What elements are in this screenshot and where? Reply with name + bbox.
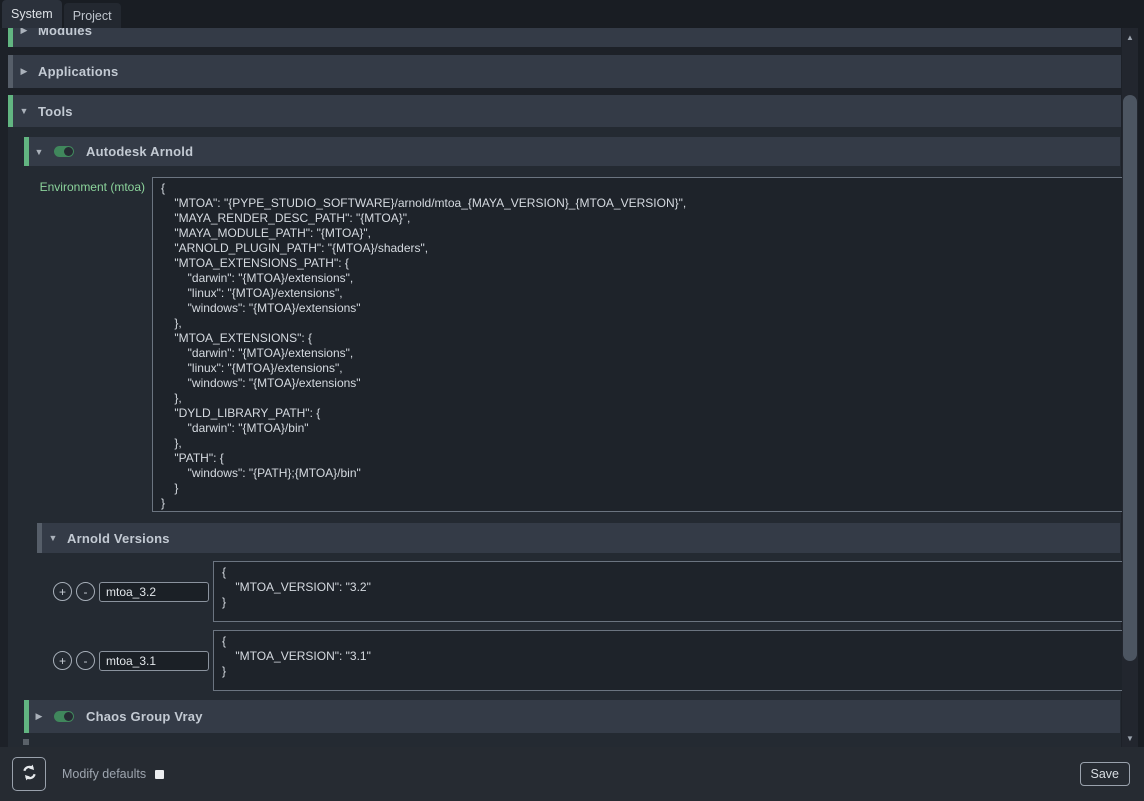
toggle-knob	[64, 147, 73, 156]
remove-version-button[interactable]: -	[76, 582, 95, 601]
settings-tab-bar: System Project	[0, 0, 1144, 28]
tab-project[interactable]: Project	[64, 3, 121, 28]
version-name-input[interactable]	[99, 582, 209, 602]
tab-system[interactable]: System	[2, 0, 62, 28]
section-header-tools[interactable]: ▼ Tools	[8, 95, 1121, 127]
tab-project-label: Project	[73, 9, 112, 23]
settings-scroll-area: ▶ Modules ▶ Applications ▼ Tools ▼ Autod…	[0, 28, 1122, 747]
modify-defaults-checkbox[interactable]	[155, 770, 164, 779]
refresh-icon	[21, 764, 38, 784]
chevron-right-icon: ▶	[33, 711, 45, 722]
chevron-down-icon: ▼	[47, 533, 59, 543]
section-title-modules: Modules	[38, 28, 92, 38]
arnold-versions-section: ▼ Arnold Versions + - { "MTOA_VERSION": …	[37, 523, 1121, 691]
tools-section-body: ▼ Autodesk Arnold Environment (mtoa) { "…	[8, 127, 1121, 747]
chevron-right-icon: ▶	[18, 66, 30, 77]
section-title-autodesk-arnold: Autodesk Arnold	[86, 144, 193, 159]
next-section-partial	[23, 739, 29, 745]
scroll-up-button[interactable]: ▲	[1122, 28, 1138, 46]
version-json-textarea[interactable]: { "MTOA_VERSION": "3.1" }	[213, 630, 1122, 691]
modify-defaults-label: Modify defaults	[62, 767, 146, 781]
scroll-down-button[interactable]: ▼	[1122, 729, 1138, 747]
footer-bar: Modify defaults Save	[0, 747, 1144, 801]
version-json-textarea[interactable]: { "MTOA_VERSION": "3.2" }	[213, 561, 1122, 622]
section-title-chaos-group-vray: Chaos Group Vray	[86, 709, 203, 724]
tab-system-label: System	[11, 7, 53, 21]
chevron-down-icon: ▼	[18, 106, 30, 116]
section-header-modules[interactable]: ▶ Modules	[8, 28, 1121, 47]
version-row: + - { "MTOA_VERSION": "3.2" }	[37, 561, 1121, 622]
toggle-knob	[64, 712, 73, 721]
vray-enabled-toggle[interactable]	[54, 711, 74, 722]
version-name-input[interactable]	[99, 651, 209, 671]
save-button[interactable]: Save	[1080, 762, 1131, 786]
environment-field-row: Environment (mtoa) { "MTOA": "{PYPE_STUD…	[24, 177, 1121, 512]
section-title-applications: Applications	[38, 64, 118, 79]
section-header-autodesk-arnold[interactable]: ▼ Autodesk Arnold	[24, 137, 1120, 166]
remove-version-button[interactable]: -	[76, 651, 95, 670]
refresh-button[interactable]	[12, 757, 46, 791]
environment-json-textarea[interactable]: { "MTOA": "{PYPE_STUDIO_SOFTWARE}/arnold…	[152, 177, 1122, 512]
section-header-applications[interactable]: ▶ Applications	[8, 55, 1121, 88]
add-version-button[interactable]: +	[53, 651, 72, 670]
section-header-arnold-versions[interactable]: ▼ Arnold Versions	[37, 523, 1120, 553]
scrollbar-thumb[interactable]	[1123, 95, 1137, 661]
chevron-down-icon: ▼	[33, 147, 45, 157]
section-title-tools: Tools	[38, 104, 73, 119]
vertical-scrollbar[interactable]: ▲ ▼	[1122, 28, 1138, 747]
chevron-right-icon: ▶	[18, 28, 30, 36]
arnold-enabled-toggle[interactable]	[54, 146, 74, 157]
section-header-chaos-group-vray[interactable]: ▶ Chaos Group Vray	[24, 700, 1120, 733]
add-version-button[interactable]: +	[53, 582, 72, 601]
version-row: + - { "MTOA_VERSION": "3.1" }	[37, 630, 1121, 691]
environment-field-label: Environment (mtoa)	[24, 177, 145, 194]
section-title-arnold-versions: Arnold Versions	[67, 531, 170, 546]
